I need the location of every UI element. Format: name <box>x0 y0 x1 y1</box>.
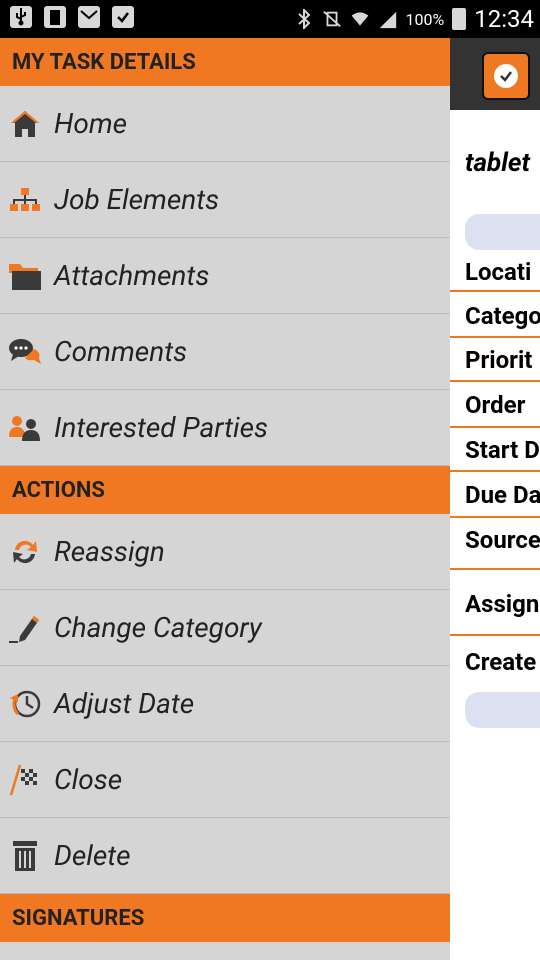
section-header-signatures: SIGNATURES <box>0 894 450 942</box>
drawer-item-label: Change Category <box>54 611 262 644</box>
drawer-item-label: Comments <box>54 335 188 368</box>
drawer-item-delete[interactable]: Delete <box>0 818 450 894</box>
task-detail-pane: tablet Locati Catego Priorit Order Start… <box>450 38 540 960</box>
drawer-item-interested-parties[interactable]: Interested Parties <box>0 390 450 466</box>
battery-icon <box>452 8 467 30</box>
battery-full-icon <box>44 6 66 28</box>
bluetooth-icon <box>294 9 314 29</box>
action-bar <box>450 38 540 110</box>
drawer-item-home[interactable]: Home <box>0 86 450 162</box>
drawer-item-adjust-date[interactable]: Adjust Date <box>0 666 450 742</box>
usb-icon <box>10 6 32 28</box>
reassign-icon <box>8 535 42 569</box>
home-icon <box>8 107 42 141</box>
drawer-item-label: Close <box>54 763 123 796</box>
app-logo-icon[interactable] <box>482 52 530 100</box>
checkered-flag-icon <box>8 763 42 797</box>
drawer-item-label: Delete <box>54 839 131 872</box>
gmail-icon <box>78 6 100 28</box>
drawer-item-label: Job Elements <box>54 183 220 216</box>
notification-icons <box>10 6 134 28</box>
field-created: Create <box>465 648 537 676</box>
clock: 12:34 <box>474 5 534 33</box>
field-start-date: Start D <box>450 428 540 472</box>
section-header-my-task-details: MY TASK DETAILS <box>0 38 450 86</box>
field-assigned: Assign <box>450 572 540 636</box>
drawer-item-label: Reassign <box>54 535 165 568</box>
battery-percent: 100% <box>405 9 445 29</box>
field-order: Order <box>450 382 540 428</box>
field-category: Catego <box>450 294 540 338</box>
drawer-item-comments[interactable]: Comments <box>0 314 450 390</box>
section-pill-bottom <box>465 692 540 728</box>
drawer-item-label: Adjust Date <box>54 687 195 720</box>
field-due-date: Due Da <box>450 472 540 518</box>
drawer-item-reassign[interactable]: Reassign <box>0 514 450 590</box>
task-title: tablet <box>465 148 531 178</box>
folder-icon <box>8 259 42 293</box>
drawer-item-label: Home <box>54 107 128 140</box>
comments-icon <box>8 335 42 369</box>
drawer-item-label: Attachments <box>54 259 210 292</box>
vibrate-mute-icon <box>322 9 342 29</box>
signal-icon <box>378 9 398 29</box>
drawer-item-close[interactable]: Close <box>0 742 450 818</box>
drawer-item-change-category[interactable]: Change Category <box>0 590 450 666</box>
wifi-icon <box>350 9 370 29</box>
hierarchy-icon <box>8 183 42 217</box>
pencil-icon <box>8 611 42 645</box>
clock-icon <box>8 687 42 721</box>
status-bar: 100% 12:34 <box>0 0 540 38</box>
navigation-drawer: MY TASK DETAILS Home Job Elements Attach… <box>0 38 450 960</box>
trash-icon <box>8 839 42 873</box>
drawer-item-attachments[interactable]: Attachments <box>0 238 450 314</box>
field-priority: Priorit <box>450 338 540 382</box>
drawer-item-label: Interested Parties <box>54 411 269 444</box>
field-source: Source <box>450 518 540 570</box>
clipboard-icon <box>112 6 134 28</box>
section-header-actions: ACTIONS <box>0 466 450 514</box>
section-pill-top <box>465 214 540 250</box>
people-icon <box>8 411 42 445</box>
field-location: Locati <box>450 254 540 292</box>
drawer-item-job-elements[interactable]: Job Elements <box>0 162 450 238</box>
